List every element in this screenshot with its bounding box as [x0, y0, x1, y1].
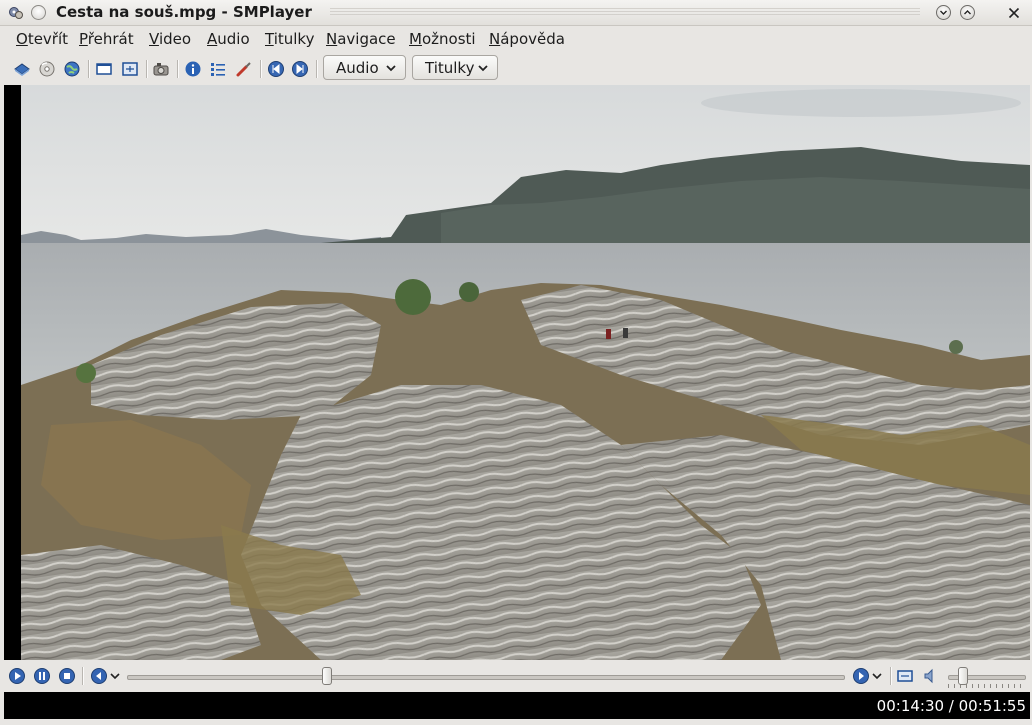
menu-video-accel: V: [149, 30, 159, 48]
menu-prehrat-label: řehrát: [87, 30, 134, 48]
seek-bar[interactable]: [127, 675, 845, 680]
info-icon[interactable]: [184, 60, 202, 78]
title-bar[interactable]: Cesta na souš.mpg - SMPlayer: [0, 0, 1032, 26]
video-area[interactable]: [4, 85, 1030, 660]
title-bar-grip: [330, 8, 920, 17]
audio-dropdown-button[interactable]: Audio: [323, 55, 406, 80]
menu-audio[interactable]: Audio: [207, 30, 250, 48]
maximize-button[interactable]: [960, 5, 975, 20]
menu-navigace[interactable]: Navigace: [326, 30, 396, 48]
window-title: Cesta na souš.mpg - SMPlayer: [56, 3, 312, 21]
menu-video-label: ideo: [158, 30, 192, 48]
next-icon[interactable]: [291, 60, 309, 78]
seek-handle[interactable]: [322, 667, 333, 685]
open-disc-icon[interactable]: [38, 60, 56, 78]
menu-prehrat[interactable]: Přehrát: [79, 30, 134, 48]
fullscreen-toggle-icon[interactable]: [896, 667, 914, 685]
menu-titulky[interactable]: Titulky: [265, 30, 314, 48]
screenshot-icon[interactable]: [152, 60, 170, 78]
menu-moznosti-label: ožnosti: [421, 30, 476, 48]
time-display: 00:14:30 / 00:51:55: [876, 697, 1026, 715]
chevron-down-icon: [478, 65, 488, 72]
menu-bar: Otevřít Přehrát Video Audio Titulky Navi…: [0, 26, 1032, 52]
pause-icon[interactable]: [33, 667, 51, 685]
toolbar-separator: [146, 60, 148, 78]
menu-navigace-label: avigace: [337, 30, 396, 48]
rewind-menu-icon[interactable]: [90, 667, 124, 685]
menu-otevrit[interactable]: Otevřít: [16, 30, 68, 48]
menu-navigace-accel: N: [326, 30, 338, 48]
play-icon[interactable]: [8, 667, 26, 685]
video-frame-landscape: [21, 85, 1030, 660]
subtitles-dropdown-button[interactable]: Titulky: [412, 55, 498, 80]
preferences-icon[interactable]: [235, 60, 253, 78]
toolbar-separator: [88, 60, 90, 78]
sticky-button[interactable]: [31, 5, 46, 20]
menu-moznosti[interactable]: Možnosti: [409, 30, 476, 48]
menu-prehrat-accel: P: [79, 30, 88, 48]
menu-napoveda-label: ápověda: [500, 30, 565, 48]
chevron-down-icon: [386, 65, 396, 72]
smplayer-app-icon[interactable]: [8, 5, 24, 21]
toolbar-separator: [316, 60, 318, 78]
menu-video[interactable]: Video: [149, 30, 191, 48]
toolbar-separator: [260, 60, 262, 78]
compact-mode-icon[interactable]: [95, 60, 113, 78]
toolbar-separator: [177, 60, 179, 78]
menu-napoveda[interactable]: Nápověda: [489, 30, 565, 48]
menu-otevrit-accel: O: [16, 30, 28, 48]
stop-icon[interactable]: [58, 667, 76, 685]
minimize-button[interactable]: [936, 5, 951, 20]
subtitles-dropdown-label: Titulky: [425, 59, 475, 77]
audio-dropdown-label: Audio: [336, 59, 379, 77]
close-button[interactable]: [1006, 5, 1021, 20]
menu-audio-accel: A: [207, 30, 218, 48]
controls-separator: [82, 667, 84, 685]
volume-icon[interactable]: [922, 667, 940, 685]
menu-napoveda-accel: N: [489, 30, 501, 48]
forward-menu-icon[interactable]: [852, 667, 886, 685]
menu-titulky-accel: T: [265, 30, 274, 48]
fullscreen-icon[interactable]: [121, 60, 139, 78]
menu-otevrit-label: tevřít: [27, 30, 69, 48]
open-url-icon[interactable]: [63, 60, 81, 78]
previous-icon[interactable]: [267, 60, 285, 78]
menu-titulky-label: itulky: [273, 30, 315, 48]
menu-audio-label: udio: [217, 30, 250, 48]
controls-separator: [890, 667, 892, 685]
volume-handle[interactable]: [958, 667, 969, 685]
open-file-icon[interactable]: [13, 60, 31, 78]
playlist-icon[interactable]: [209, 60, 227, 78]
main-toolbar: Audio Titulky: [0, 52, 1032, 84]
menu-moznosti-accel: M: [409, 30, 422, 48]
status-bar: 00:14:30 / 00:51:55: [4, 692, 1030, 719]
